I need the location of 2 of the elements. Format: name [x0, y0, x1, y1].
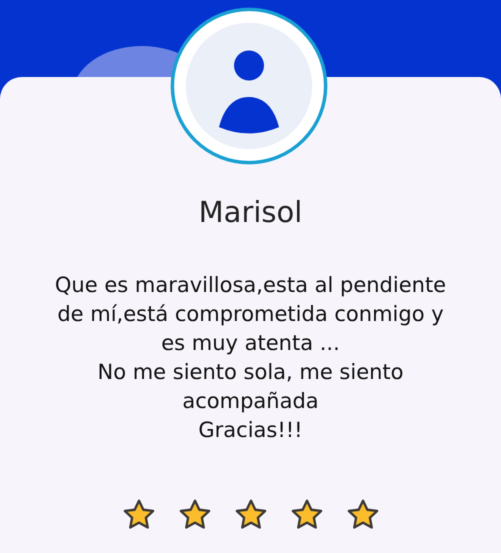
reviewer-name: Marisol: [198, 194, 302, 231]
review-text: Que es maravillosa,esta al pendiente de mí,está comprometida conmigo y es muy atenta ... No me siento sola, me siento acompañada Gracias!!!: [54, 272, 448, 444]
